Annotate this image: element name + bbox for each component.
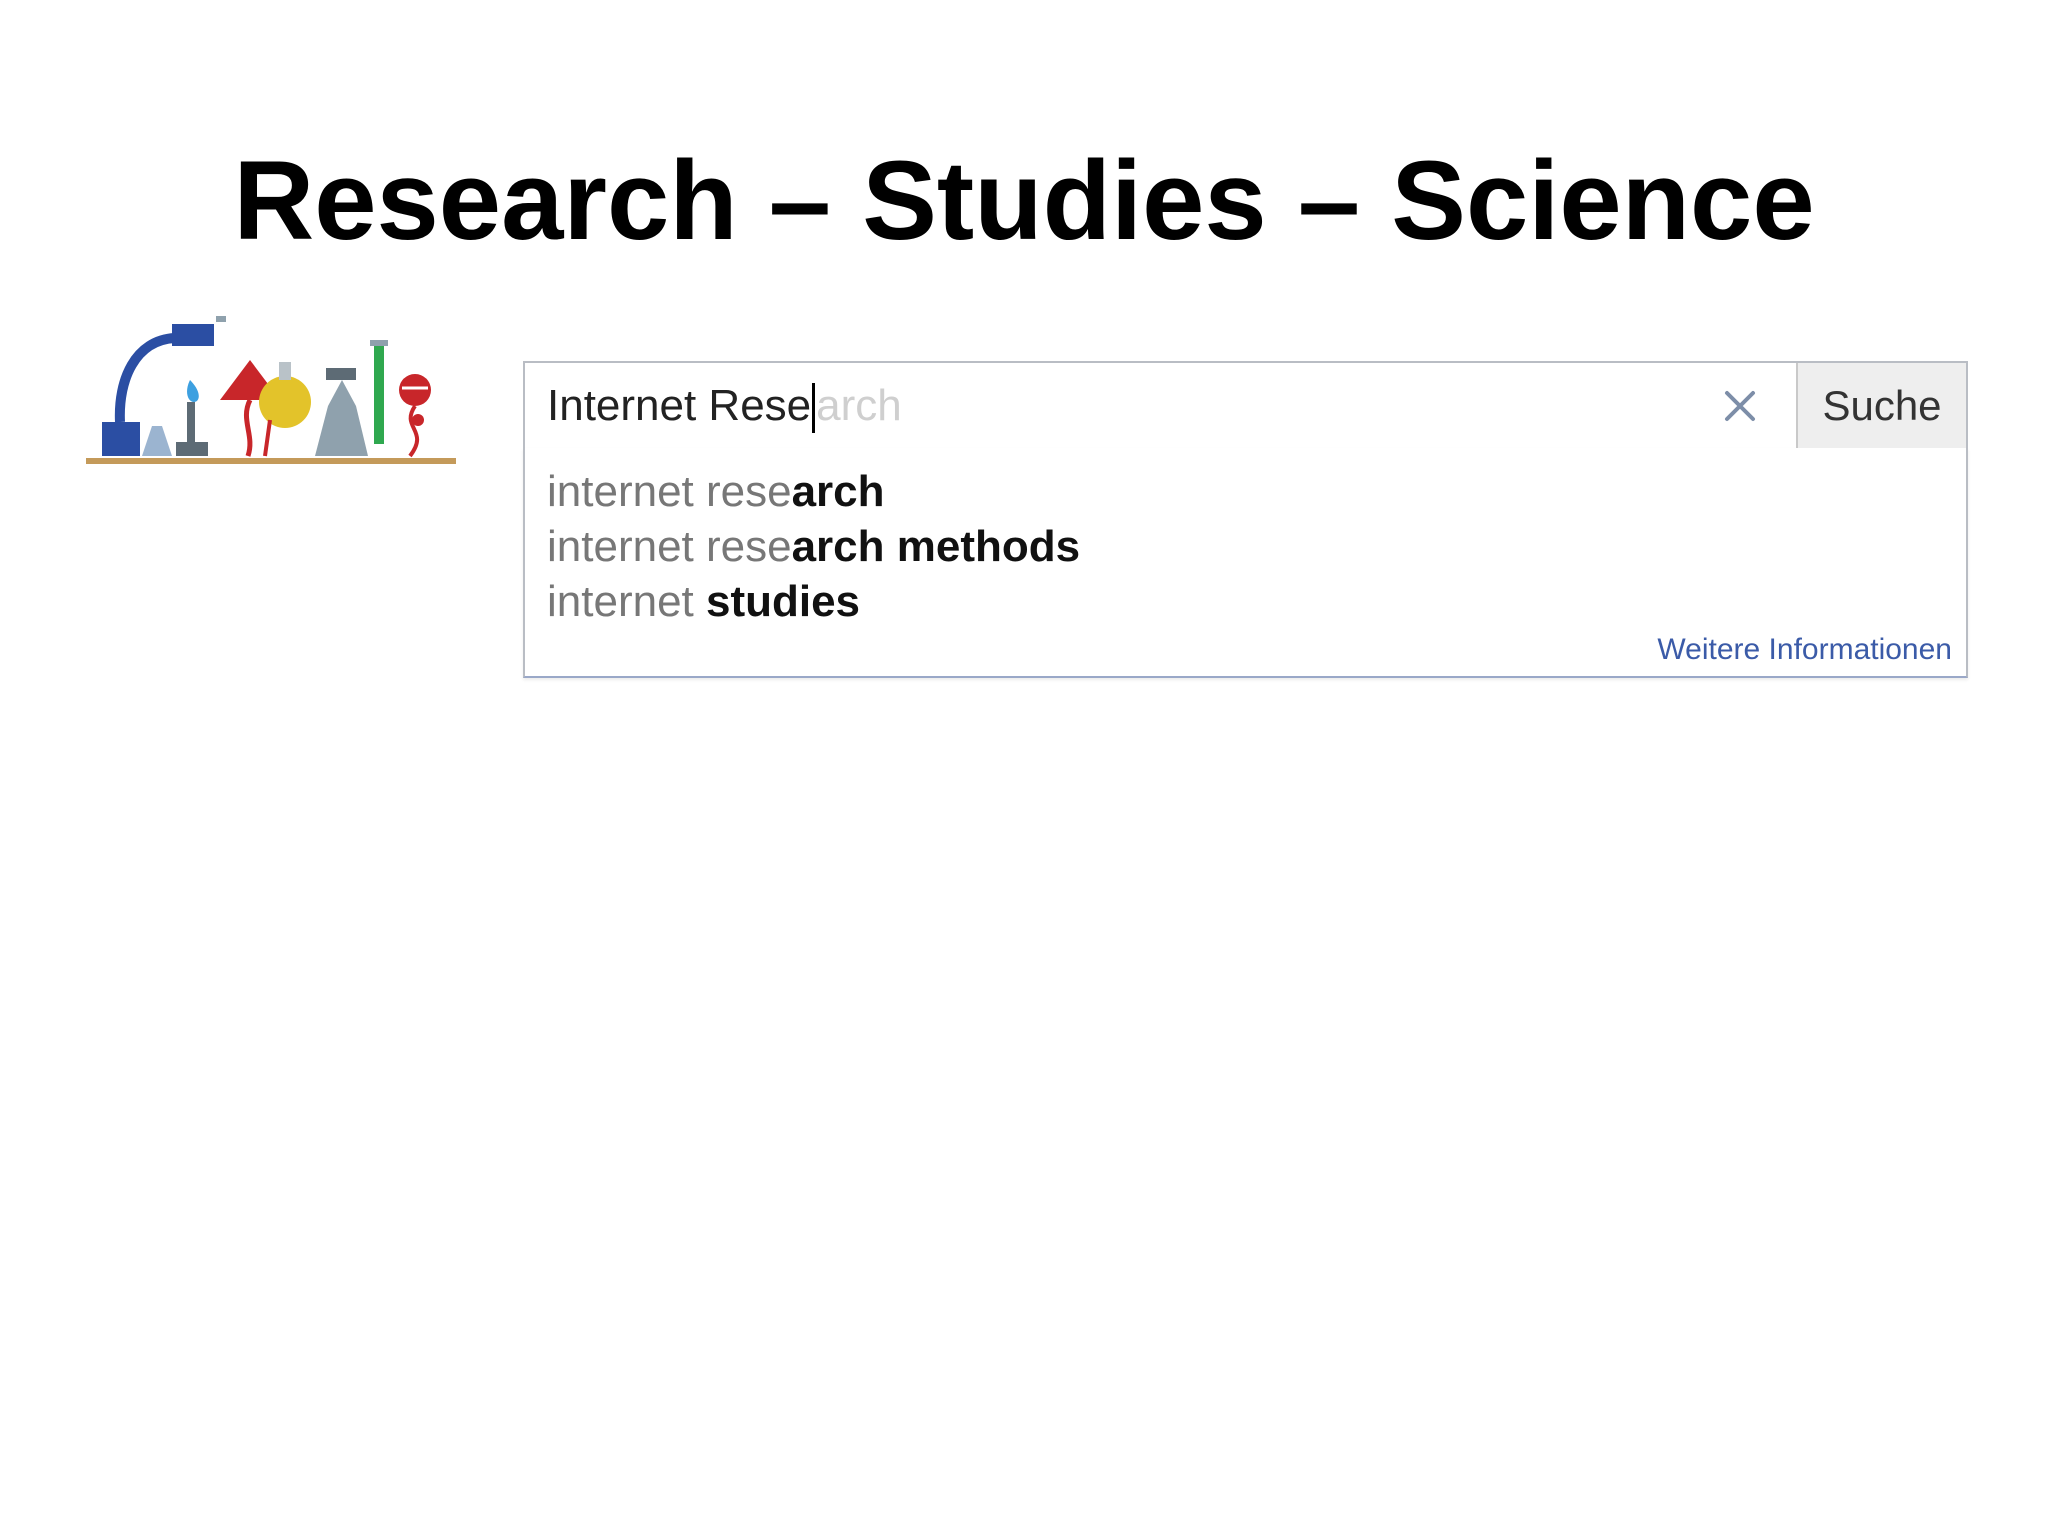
suggestion-prefix: internet rese [547, 522, 792, 571]
suggestion-item[interactable]: internet studies [547, 574, 860, 630]
text-caret [812, 383, 816, 434]
search-button[interactable]: Suche [1796, 363, 1966, 448]
autocomplete-ghost-text: arch [816, 381, 902, 430]
suggestion-item[interactable]: internet research [547, 464, 885, 520]
slide-title: Research – Studies – Science [233, 138, 1815, 264]
more-info-link[interactable]: Weitere Informationen [1657, 630, 1952, 670]
search-input[interactable]: Internet Rese arch [547, 363, 902, 448]
suggestion-suffix: arch [791, 467, 885, 516]
suggestion-item[interactable]: internet research methods [547, 519, 1080, 575]
suggestion-suffix: arch methods [791, 522, 1081, 571]
suggestion-prefix: internet rese [547, 467, 792, 516]
suggestion-prefix: internet [547, 577, 706, 626]
typed-text: Internet Rese [547, 381, 812, 430]
suggestions-dropdown: internet research internet research meth… [523, 448, 1968, 678]
search-box[interactable]: Internet Rese arch Suche [523, 361, 1968, 450]
close-icon[interactable] [1715, 381, 1765, 431]
suggestion-suffix: studies [705, 577, 861, 626]
science-lab-doodle-icon[interactable] [80, 310, 460, 480]
